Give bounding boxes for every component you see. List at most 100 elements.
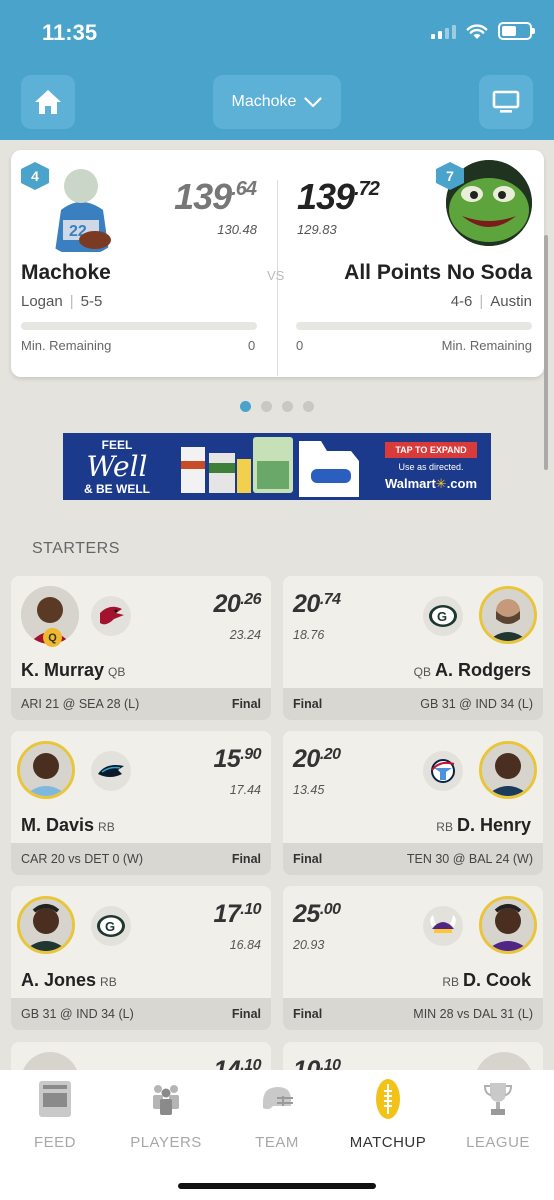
chevron-down-icon xyxy=(304,96,323,107)
player-projection: 13.45 xyxy=(293,783,325,797)
page-dot[interactable] xyxy=(261,401,272,412)
tab-label: PLAYERS xyxy=(130,1134,202,1151)
player-score: 20.20 xyxy=(293,745,341,773)
progress-bar-right xyxy=(296,322,532,330)
home-icon xyxy=(35,90,61,114)
player-card-d-cook[interactable]: 25.00 20.93 RB D. Cook Final MIN 28 vs DAL… xyxy=(283,886,543,1030)
team-selector[interactable]: Machoke xyxy=(213,75,341,129)
team-owner-right: 4-6 | Austin xyxy=(450,293,532,310)
scrollbar[interactable] xyxy=(544,235,548,470)
wifi-icon xyxy=(466,23,488,39)
battery-icon xyxy=(498,22,535,40)
page-dot[interactable] xyxy=(303,401,314,412)
tab-label: FEED xyxy=(33,1134,76,1151)
team-projection-left: 130.48 xyxy=(217,222,257,237)
tab-league[interactable]: LEAGUE xyxy=(443,1078,553,1151)
page-dot[interactable] xyxy=(282,401,293,412)
page-indicator[interactable] xyxy=(240,401,314,412)
game-footer: GB 31 @ IND 34 (L) Final xyxy=(11,998,271,1030)
feed-icon xyxy=(39,1081,71,1117)
vikings-logo-icon xyxy=(423,906,463,946)
tab-players[interactable]: PLAYERS xyxy=(111,1078,221,1151)
matchup-card[interactable]: 22 4 139.64 130.48 VS 139.72 129.83 7 Ma… xyxy=(11,150,544,377)
player-score: 20.26 xyxy=(213,590,261,618)
helmet-icon xyxy=(263,1087,293,1110)
packers-logo-icon: G xyxy=(423,596,463,636)
player-score: 25.00 xyxy=(293,900,341,928)
team-name-left: Machoke xyxy=(21,261,111,284)
tv-button[interactable] xyxy=(479,75,533,129)
game-footer: Final MIN 28 vs DAL 31 (L) xyxy=(283,998,543,1030)
players-icon xyxy=(153,1085,179,1115)
player-photo xyxy=(17,741,75,799)
section-title: STARTERS xyxy=(32,540,120,557)
player-name: QB A. Rodgers xyxy=(413,660,531,680)
tab-label: TEAM xyxy=(255,1134,299,1151)
player-name: A. Jones RB xyxy=(21,970,117,990)
player-card-d-henry[interactable]: 20.20 13.45 RB D. Henry Final TEN 30 @ BAL… xyxy=(283,731,543,875)
ad-slogan: FEEL Well & BE WELL xyxy=(84,437,150,496)
packers-logo-icon: G xyxy=(91,906,131,946)
player-projection: 18.76 xyxy=(293,628,325,642)
tv-icon xyxy=(492,90,520,113)
questionable-badge: Q xyxy=(43,628,62,647)
titans-logo-icon xyxy=(423,751,463,791)
min-remaining-label-right: Min. Remaining xyxy=(441,338,532,353)
top-bar: 11:35 Machoke xyxy=(0,0,554,140)
player-score: 20.74 xyxy=(293,590,341,618)
player-score: 17.10 xyxy=(213,900,261,928)
team-projection-right: 129.83 xyxy=(297,222,337,237)
game-footer: ARI 21 @ SEA 28 (L) Final xyxy=(11,688,271,720)
min-remaining-label-left: Min. Remaining xyxy=(21,338,112,353)
player-name: RB D. Cook xyxy=(442,970,531,990)
team-score-right: 139.72 xyxy=(297,176,380,217)
status-icons xyxy=(431,22,535,40)
player-name: K. Murray QB xyxy=(21,660,126,680)
home-button[interactable] xyxy=(21,75,75,129)
team-name-right: All Points No Soda xyxy=(344,261,532,284)
tab-label: MATCHUP xyxy=(349,1134,427,1151)
player-photo xyxy=(479,741,537,799)
player-photo xyxy=(17,896,75,954)
tab-label: LEAGUE xyxy=(466,1134,530,1151)
football-icon xyxy=(376,1079,400,1119)
player-card-a-rodgers[interactable]: G 20.74 18.76 QB A. Rodgers Final GB 31 @ … xyxy=(283,576,543,720)
ad-products-image xyxy=(171,433,371,500)
team-selector-label: Machoke xyxy=(231,93,297,110)
player-photo xyxy=(479,896,537,954)
player-card-m-davis[interactable]: 15.90 17.44 M. Davis RB CAR 20 vs DET 0 (… xyxy=(11,731,271,875)
tab-matchup[interactable]: MATCHUP xyxy=(333,1078,443,1151)
trophy-icon xyxy=(483,1083,513,1115)
home-indicator[interactable] xyxy=(178,1183,376,1189)
team-score-left: 139.64 xyxy=(174,176,257,217)
player-card-a-jones[interactable]: G 17.10 16.84 A. Jones RB GB 31 @ IND 34 … xyxy=(11,886,271,1030)
player-card-k-murray[interactable]: Q 20.26 23.24 K. Murray QB ARI 21 @ SEA 2… xyxy=(11,576,271,720)
page-dot[interactable] xyxy=(240,401,251,412)
player-name: M. Davis RB xyxy=(21,815,115,835)
min-remaining-value-right: 0 xyxy=(296,338,304,353)
player-photo xyxy=(479,586,537,644)
player-projection: 16.84 xyxy=(229,938,261,952)
player-projection: 23.24 xyxy=(229,628,261,642)
vs-label: VS xyxy=(267,268,285,283)
status-time: 11:35 xyxy=(42,20,98,45)
player-score: 15.90 xyxy=(213,745,261,773)
tab-team[interactable]: TEAM xyxy=(222,1078,332,1151)
player-projection: 17.44 xyxy=(229,783,261,797)
player-projection: 20.93 xyxy=(293,938,325,952)
panthers-logo-icon xyxy=(91,751,131,791)
tab-feed[interactable]: FEED xyxy=(0,1078,110,1151)
walmart-logo: Walmart✳.com xyxy=(384,475,478,491)
game-footer: Final GB 31 @ IND 34 (L) xyxy=(283,688,543,720)
ad-tap-button[interactable]: TAP TO EXPAND xyxy=(385,441,477,458)
min-remaining-value-left: 0 xyxy=(248,338,256,353)
game-footer: Final TEN 30 @ BAL 24 (W) xyxy=(283,843,543,875)
signal-icon xyxy=(431,23,456,39)
ad-disclaimer: Use as directed. xyxy=(398,461,464,472)
ad-banner[interactable]: FEEL Well & BE WELL TAP TO EXPAND Use as… xyxy=(63,433,491,500)
bottom-nav: FEED PLAYERS TEAM MATCHUP LEAGUE xyxy=(0,1070,554,1200)
progress-bar-left xyxy=(21,322,257,330)
cardinals-logo-icon xyxy=(91,596,131,636)
svg-text:G: G xyxy=(105,919,115,934)
team-owner-left: Logan | 5-5 xyxy=(21,293,103,310)
